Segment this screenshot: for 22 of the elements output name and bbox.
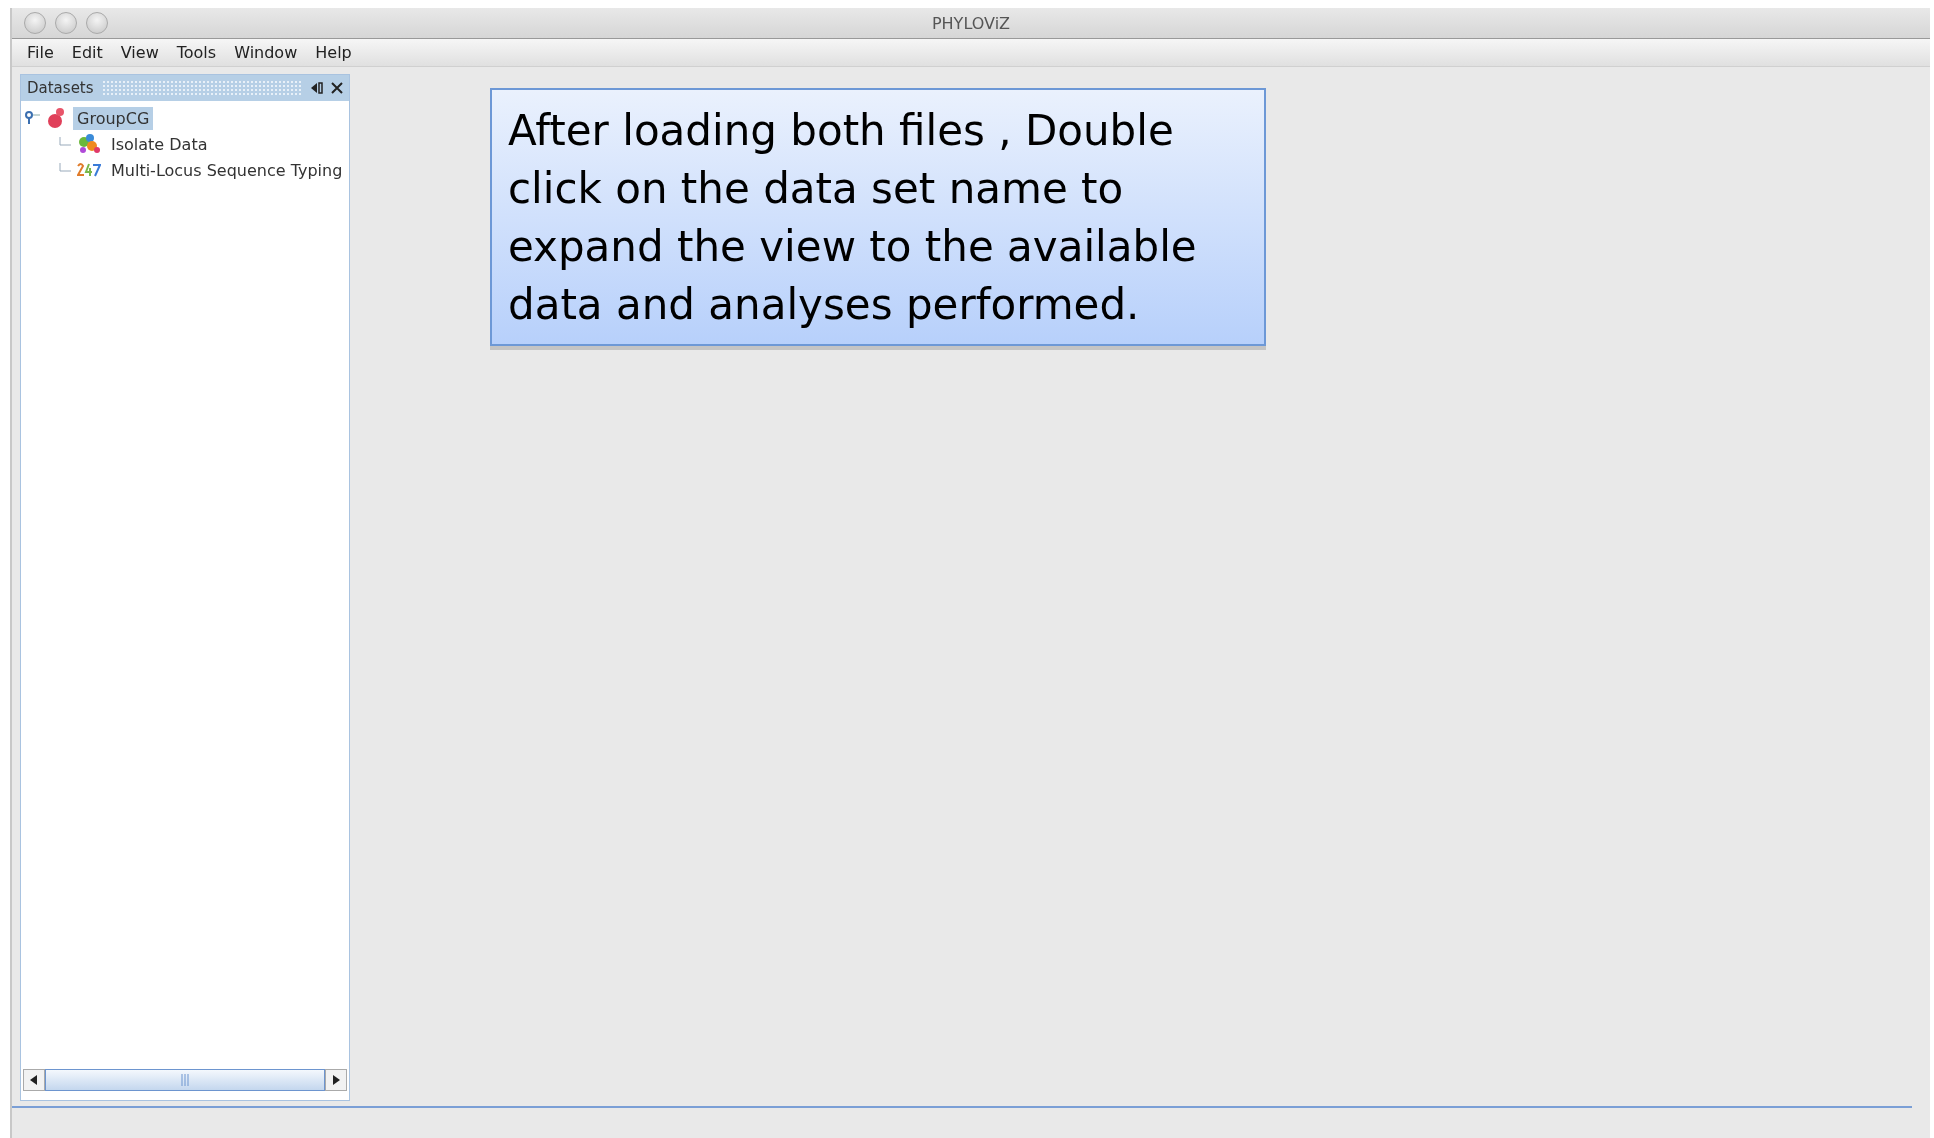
scroll-right-button[interactable]	[325, 1069, 347, 1091]
panel-title: Datasets	[27, 79, 94, 97]
scrollbar-thumb[interactable]	[45, 1069, 325, 1091]
menu-item[interactable]: View	[111, 43, 168, 62]
left-arrow-icon	[30, 1075, 38, 1085]
digits-icon	[77, 162, 101, 178]
colored-dots-icon	[77, 133, 101, 155]
bubbles-icon	[47, 107, 67, 129]
tree-item[interactable]: GroupCG	[73, 106, 154, 130]
menu-item[interactable]: File	[18, 43, 63, 62]
menu-item[interactable]: Edit	[62, 43, 112, 62]
minimize-icon[interactable]	[310, 82, 323, 94]
window-title: PHYLOViZ	[931, 13, 1011, 33]
tree-item[interactable]: Isolate Data	[107, 132, 212, 156]
close-icon[interactable]	[331, 82, 343, 94]
menu-item[interactable]: Tools	[167, 43, 226, 62]
tree-item[interactable]: Multi-Locus Sequence Typing	[107, 158, 347, 182]
menu-item[interactable]: Help	[306, 43, 361, 62]
right-arrow-icon	[332, 1075, 340, 1085]
menu-item[interactable]: Window	[225, 43, 307, 62]
scroll-left-button[interactable]	[23, 1069, 45, 1091]
expander-icon[interactable]	[25, 111, 41, 125]
